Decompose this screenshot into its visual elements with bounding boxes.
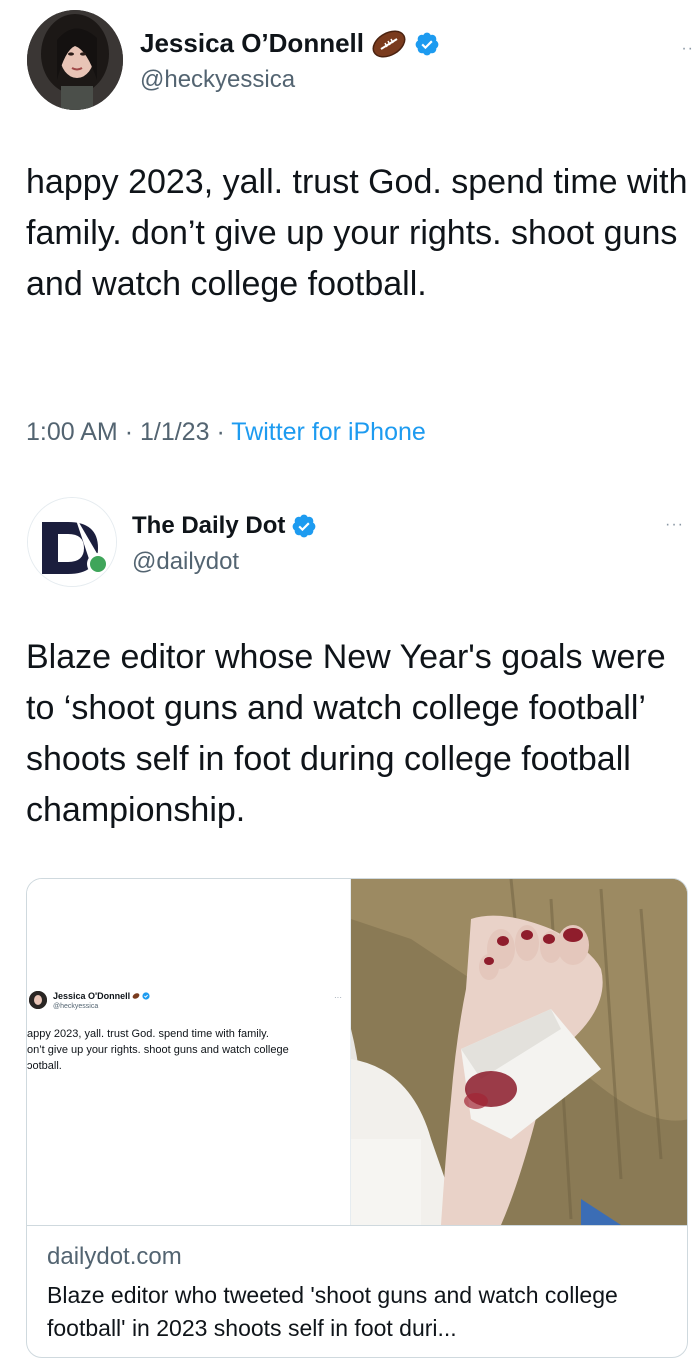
more-dots-icon: ··· xyxy=(334,993,342,1002)
tweet-jessica[interactable]: Jessica O’Donnell @heckyessica ·· happy … xyxy=(0,0,700,470)
card-divider xyxy=(27,1225,687,1226)
meta-separator: · xyxy=(216,418,232,446)
tweet-date[interactable]: 1/1/23 xyxy=(140,418,210,446)
card-title[interactable]: Blaze editor who tweeted 'shoot guns and… xyxy=(47,1279,677,1345)
display-name[interactable]: Jessica O’Donnell xyxy=(140,28,364,59)
handle[interactable]: @dailydot xyxy=(132,548,239,576)
card-domain[interactable]: dailydot.com xyxy=(47,1243,182,1271)
tweet-text: happy 2023, yall. trust God. spend time … xyxy=(26,163,688,303)
handle[interactable]: @heckyessica xyxy=(140,66,295,94)
tweet-text: Blaze editor whose New Year's goals were… xyxy=(26,638,666,829)
tweet-source[interactable]: Twitter for iPhone xyxy=(231,418,426,446)
american-football-icon xyxy=(372,29,406,58)
more-dots-icon[interactable]: ·· xyxy=(681,40,694,58)
display-name[interactable]: The Daily Dot xyxy=(132,512,285,540)
mini-tweet-text: appy 2023, yall. trust God. spend time w… xyxy=(27,1028,289,1072)
more-dots-icon[interactable]: ··· xyxy=(665,516,684,534)
american-football-icon xyxy=(132,993,140,999)
avatar-jessica[interactable] xyxy=(27,10,123,110)
meta-separator: · xyxy=(124,418,140,446)
author-name-row[interactable]: The Daily Dot xyxy=(132,512,317,540)
tweet-meta: 1:00 AM · 1/1/23 · Twitter for iPhone xyxy=(26,418,426,447)
verified-badge-icon xyxy=(415,32,439,55)
tweet-time[interactable]: 1:00 AM xyxy=(26,418,118,446)
injured-foot-photo xyxy=(351,879,687,1225)
verified-badge-icon xyxy=(142,992,150,1000)
mini-handle: @heckyessica xyxy=(53,1003,99,1010)
mini-display-name: Jessica O'Donnell xyxy=(53,991,150,1001)
mini-avatar xyxy=(29,991,47,1009)
daily-dot-logo xyxy=(28,498,116,586)
author-name-row[interactable]: Jessica O’Donnell xyxy=(140,28,440,59)
embedded-tweet-screenshot: Jessica O'Donnell @heckyessica ··· appy … xyxy=(27,879,351,1225)
link-preview-card[interactable]: Jessica O'Donnell @heckyessica ··· appy … xyxy=(26,878,688,1358)
avatar-dailydot[interactable] xyxy=(27,497,117,587)
verified-badge-icon xyxy=(292,514,316,538)
